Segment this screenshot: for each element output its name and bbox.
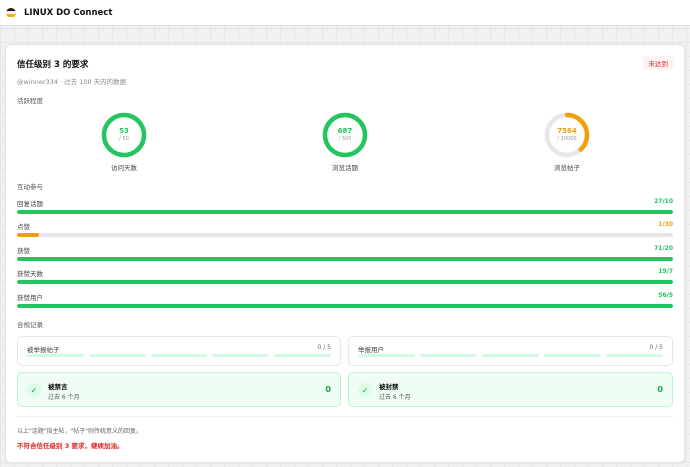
reporting-users-label: 举报用户 bbox=[358, 346, 384, 354]
progress-track bbox=[17, 210, 673, 214]
ring-label: 浏览话题 bbox=[332, 164, 358, 172]
divider bbox=[17, 416, 673, 417]
bar-label: 获赞用户 bbox=[17, 294, 43, 302]
reported-posts-box: 被举报帖子 0 / 5 bbox=[17, 336, 341, 366]
progress-fill bbox=[17, 280, 673, 284]
suspended-title: 被封禁 bbox=[379, 383, 399, 391]
reported-posts-count: 0 / 5 bbox=[317, 344, 331, 351]
bar-label: 获赞 bbox=[17, 247, 30, 255]
check-icon: ✓ bbox=[27, 383, 41, 397]
ring-topics-viewed: 687 / 500 bbox=[322, 112, 368, 158]
ring-value: 687 bbox=[337, 127, 353, 135]
app-title: LINUX DO Connect bbox=[24, 7, 113, 18]
linux-do-logo-icon[interactable] bbox=[6, 7, 16, 18]
progress-fill bbox=[17, 233, 39, 237]
interaction-section-label: 互动参与 bbox=[17, 183, 43, 191]
activity-section-label: 活跃程度 bbox=[17, 97, 43, 105]
reported-posts-segments bbox=[27, 354, 331, 357]
ring-value: 7564 bbox=[557, 127, 577, 135]
bar-replies: 回复话题 27/10 bbox=[17, 198, 673, 214]
bar-label: 回复话题 bbox=[17, 200, 43, 208]
page-title: 信任级别 3 的要求 bbox=[17, 60, 89, 70]
progress-track bbox=[17, 280, 673, 284]
suspended-period: 过去 6 个月 bbox=[379, 394, 411, 401]
bar-label: 获赞天数 bbox=[17, 270, 43, 278]
ring-visit-days: 53 / 50 bbox=[101, 112, 147, 158]
progress-track bbox=[17, 257, 673, 261]
bar-label: 点赞 bbox=[17, 223, 30, 231]
bar-likes-given: 点赞 1/30 bbox=[17, 221, 673, 237]
silenced-title: 被禁言 bbox=[48, 383, 68, 391]
bar-likes-received: 获赞 71/20 bbox=[17, 245, 673, 261]
progress-fill bbox=[17, 257, 673, 261]
bar-value: 1/30 bbox=[658, 221, 673, 228]
silenced-box: ✓ 被禁言 过去 6 个月 0 bbox=[17, 372, 341, 407]
bar-value: 19/7 bbox=[658, 268, 673, 275]
reporting-users-segments bbox=[358, 354, 663, 357]
reporting-users-box: 举报用户 0 / 5 bbox=[348, 336, 673, 366]
bar-liked-users: 获赞用户 56/5 bbox=[17, 292, 673, 308]
reported-posts-label: 被举报帖子 bbox=[27, 346, 60, 354]
check-icon: ✓ bbox=[358, 383, 372, 397]
suspended-box: ✓ 被封禁 过去 6 个月 0 bbox=[348, 372, 673, 407]
compliance-section-label: 合规记录 bbox=[17, 321, 43, 329]
ring-target: / 20000 bbox=[557, 136, 577, 142]
ring-posts-read: 7564 / 20000 bbox=[544, 112, 590, 158]
footnote: 以上"话题"指主帖，"帖子"则传统意义的回复。 bbox=[17, 428, 143, 435]
ring-label: 浏览帖子 bbox=[554, 164, 580, 172]
reporting-users-count: 0 / 5 bbox=[649, 344, 663, 351]
top-bar: LINUX DO Connect bbox=[0, 0, 690, 26]
bar-liked-days: 获赞天数 19/7 bbox=[17, 268, 673, 284]
bar-value: 56/5 bbox=[658, 292, 673, 299]
trust-level-card: 信任级别 3 的要求 未达到 @winner334 · 过去 100 天内的数据… bbox=[5, 44, 685, 463]
progress-fill bbox=[17, 304, 673, 308]
bar-value: 71/20 bbox=[654, 245, 673, 252]
progress-fill bbox=[17, 210, 673, 214]
ring-target: / 50 bbox=[119, 136, 129, 142]
bar-value: 27/10 bbox=[654, 198, 673, 205]
user-data-range: @winner334 · 过去 100 天内的数据 bbox=[17, 78, 127, 86]
status-badge: 未达到 bbox=[642, 56, 674, 70]
ring-target: / 500 bbox=[338, 136, 352, 142]
silenced-count: 0 bbox=[325, 385, 331, 394]
ring-value: 53 bbox=[119, 127, 129, 135]
ring-label: 访问天数 bbox=[111, 164, 137, 172]
progress-track bbox=[17, 304, 673, 308]
result-message: 不符合信任级别 3 要求，继续加油。 bbox=[17, 442, 124, 450]
silenced-period: 过去 6 个月 bbox=[48, 394, 80, 401]
progress-track bbox=[17, 233, 673, 237]
suspended-count: 0 bbox=[657, 385, 663, 394]
